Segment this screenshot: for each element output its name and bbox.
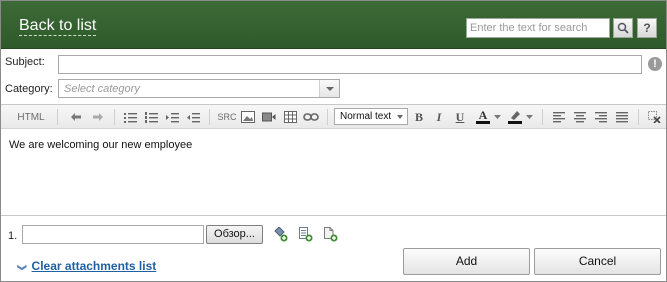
help-button[interactable]: ?	[637, 18, 657, 38]
undo-icon	[71, 113, 81, 121]
text-style-select[interactable]: Normal text	[334, 108, 408, 125]
toolbar-separator	[542, 109, 543, 125]
toolbar-separator	[327, 109, 328, 125]
toolbar-separator	[114, 109, 115, 125]
category-label: Category:	[5, 83, 53, 95]
chevron-down-icon[interactable]	[319, 80, 339, 97]
chevron-down-icon	[525, 115, 533, 119]
insert-video-button[interactable]	[261, 110, 277, 124]
font-color-button[interactable]: A	[475, 108, 491, 124]
clear-attachments-label: Clear attachments list	[31, 259, 157, 273]
video-icon	[262, 112, 276, 122]
toolbar-separator	[57, 109, 58, 125]
subject-label: Subject:	[5, 56, 45, 68]
redo-icon	[93, 113, 103, 121]
font-color-dropdown[interactable]	[493, 110, 501, 124]
bullet-list-button[interactable]	[123, 110, 137, 124]
attachment-index: 1.	[8, 230, 18, 242]
add-attachment-icon	[274, 226, 288, 242]
indent-button[interactable]	[165, 110, 179, 124]
link-icon	[303, 113, 319, 121]
outdent-button[interactable]	[186, 110, 200, 124]
attachment-file-input[interactable]	[22, 225, 204, 244]
font-color-letter: A	[478, 108, 488, 122]
clear-format-button[interactable]	[647, 110, 661, 124]
editor-toolbar: HTML SRC Normal text B I U A	[1, 105, 666, 129]
toolbar-separator	[638, 109, 639, 125]
editor-content[interactable]: We are welcoming our new employee	[9, 139, 192, 151]
message-form: Back to list ? Subject: ! Category: Sele…	[0, 0, 667, 282]
redo-button[interactable]	[91, 110, 105, 124]
chevron-down-icon: ❯	[17, 263, 28, 272]
align-left-button[interactable]	[552, 110, 565, 124]
category-select[interactable]: Select category	[58, 79, 340, 98]
warning-icon: !	[648, 57, 662, 71]
numbered-list-button[interactable]	[144, 110, 158, 124]
html-mode-button[interactable]: HTML	[17, 110, 44, 124]
subject-input[interactable]	[58, 55, 642, 74]
highlight-color-button[interactable]	[507, 110, 523, 124]
numbered-list-icon	[144, 111, 158, 123]
header-bar: Back to list ?	[1, 1, 666, 49]
toolbar-separator	[209, 109, 210, 125]
highlight-color-dropdown[interactable]	[525, 110, 533, 124]
align-left-icon	[552, 111, 565, 122]
chevron-down-icon	[493, 115, 501, 119]
italic-button[interactable]: I	[433, 110, 445, 124]
browse-button[interactable]: Обзор...	[206, 225, 263, 244]
indent-icon	[165, 112, 179, 122]
add-document-icon	[299, 227, 313, 242]
highlighter-icon	[511, 111, 520, 120]
source-button[interactable]: SRC	[218, 110, 237, 124]
add-button[interactable]: Add	[403, 248, 530, 275]
align-right-icon	[594, 111, 607, 122]
insert-image-button[interactable]	[240, 110, 256, 124]
undo-button[interactable]	[69, 110, 83, 124]
outdent-icon	[186, 112, 200, 122]
align-center-button[interactable]	[573, 110, 586, 124]
align-center-icon	[573, 111, 586, 122]
search-icon	[617, 22, 629, 34]
cancel-button[interactable]: Cancel	[534, 248, 661, 275]
align-right-button[interactable]	[594, 110, 607, 124]
add-attachment-button[interactable]	[274, 226, 288, 242]
insert-table-button[interactable]	[283, 110, 297, 124]
insert-link-button[interactable]	[303, 110, 319, 124]
back-to-list-link[interactable]: Back to list	[19, 16, 97, 36]
align-justify-button[interactable]	[615, 110, 628, 124]
category-placeholder: Select category	[64, 83, 140, 95]
clear-format-icon	[647, 111, 661, 123]
bold-button[interactable]: B	[413, 110, 425, 124]
add-file-button[interactable]	[324, 227, 338, 242]
table-icon	[283, 111, 297, 123]
font-color-swatch	[476, 121, 490, 124]
image-icon	[241, 111, 255, 123]
highlight-color-swatch	[508, 121, 522, 124]
clear-attachments-link[interactable]: ❯ Clear attachments list	[17, 259, 157, 273]
search-input[interactable]	[466, 18, 610, 38]
add-document-button[interactable]	[299, 227, 313, 242]
add-file-icon	[324, 227, 338, 242]
search-button[interactable]	[613, 18, 633, 38]
underline-button[interactable]: U	[454, 110, 466, 124]
align-justify-icon	[615, 111, 628, 122]
rich-text-editor: HTML SRC Normal text B I U A We are welc…	[1, 104, 666, 216]
bullet-list-icon	[123, 112, 137, 123]
